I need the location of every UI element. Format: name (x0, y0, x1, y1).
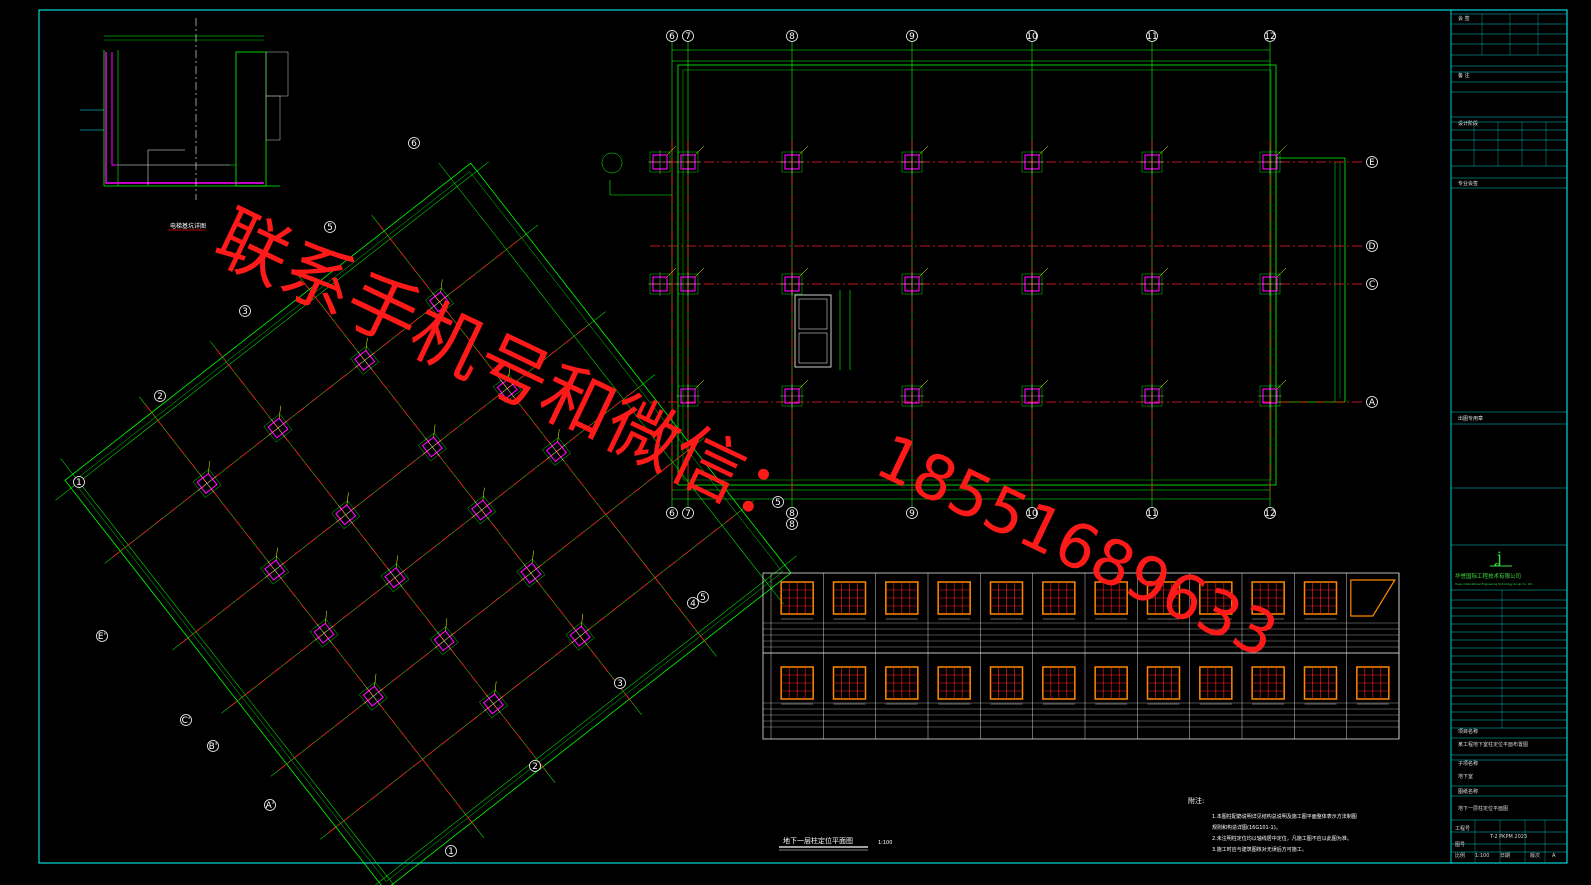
axis-label: 3 (617, 679, 623, 689)
axis-bubble: 1 (445, 845, 457, 857)
axis-label: C' (182, 716, 191, 726)
axis-bubble: B' (207, 740, 219, 752)
axis-label: 6 (411, 139, 417, 149)
axis-bubble-bottom: 11 (1146, 507, 1158, 519)
axis-bubble-top: 10 (1026, 30, 1038, 42)
axis-label: 5 (700, 593, 706, 603)
axis-bubble: 5 (324, 221, 336, 233)
tb-label-scale: 比例 (1455, 852, 1465, 859)
axis-label: E (1369, 158, 1375, 168)
axis-bubble-bottom: 12 (1264, 507, 1276, 519)
tb-label-job: 工程号 (1455, 825, 1470, 832)
axis-bubble: 5 (697, 591, 709, 603)
tb-section-stage: 设计阶段 (1458, 120, 1478, 127)
axis-label: 5 (327, 223, 333, 233)
axis-label: 4 (690, 599, 696, 609)
axis-bubble-right: D (1366, 240, 1378, 252)
drawing-title: 地下一层柱定位平面图 (783, 836, 853, 845)
axis-bubble: 4 (687, 597, 699, 609)
axis-label: 6 (669, 32, 675, 42)
axis-bubble-top: 7 (682, 30, 694, 42)
axis-bubble-right: A (1366, 396, 1378, 408)
axis-label: 8 (789, 32, 795, 42)
axis-bubble-top: 6 (666, 30, 678, 42)
tb-drawing-no: T-2 PKPM 2023 (1489, 834, 1527, 840)
axis-label: E' (98, 632, 106, 642)
axis-bubble-bottom: 7 (682, 507, 694, 519)
axis-label: A' (266, 801, 275, 811)
axis-label: 1 (448, 847, 454, 857)
tb-section-project: 项目名称 (1458, 728, 1478, 735)
note-line: 2.未注明柱定位均以轴线居中定位，凡施工图不应以此图为准。 (1212, 835, 1352, 842)
tb-label-date: 日期 (1500, 853, 1510, 859)
axis-bubble: A' (264, 799, 276, 811)
axis-label: A (1369, 398, 1376, 408)
tb-project-name: 某工程地下室柱定位平面布置图 (1458, 741, 1528, 748)
axis-label: 2 (157, 392, 163, 402)
cad-drawing-canvas: 电梯基坑详图 667788991010111112128EDCA 1235612… (0, 0, 1591, 885)
axis-label: 11 (1146, 32, 1157, 42)
tb-section-cosign: 会 签 (1458, 15, 1470, 22)
axis-label: 1 (76, 478, 82, 488)
elevator-pit-detail-label: 电梯基坑详图 (170, 222, 206, 230)
axis-bubble: 3 (239, 305, 251, 317)
drawing-scale: 1:100 (878, 840, 892, 846)
tb-label-edition: 版次 (1530, 852, 1540, 859)
svg-text:ʝ: ʝ (1494, 548, 1502, 567)
tb-section-remarks: 备 注 (1458, 72, 1470, 79)
note-line: 1.本图柱配筋说明详见结构总说明及施工图平面整体表示方法制图 (1212, 813, 1357, 820)
axis-label: 2 (532, 762, 538, 772)
axis-bubble-top: 11 (1146, 30, 1158, 42)
axis-label: 10 (1026, 32, 1038, 42)
axis-bubble: 1 (73, 476, 85, 488)
axis-label: 7 (685, 32, 691, 42)
axis-label: 3 (242, 307, 248, 317)
axis-label: 11 (1146, 509, 1157, 519)
axis-label: 7 (685, 509, 691, 519)
axis-bubble-bottom: 6 (666, 507, 678, 519)
axis-label: B' (209, 742, 218, 752)
tb-section-stamp: 出图专用章 (1458, 415, 1483, 422)
axis-bubble: E' (96, 630, 108, 642)
tb-subproject-name: 地下室 (1458, 773, 1473, 780)
axis-bubble-top: 12 (1264, 30, 1276, 42)
axis-bubble: 2 (154, 390, 166, 402)
axis-bubble: 3 (614, 677, 626, 689)
axis-label: D (1369, 242, 1376, 252)
company-name: 华誉国际工程技术有限公司 (1455, 572, 1521, 580)
axis-label: 6 (669, 509, 675, 519)
tb-edition: A (1552, 853, 1556, 859)
axis-label: 12 (1264, 509, 1275, 519)
axis-bubble-right: C (1366, 278, 1378, 290)
note-line: 规则和构造详图(16G101-1)。 (1212, 824, 1281, 831)
tb-drawing-name: 地下一层柱定位平面图 (1458, 805, 1508, 812)
tb-scale: 1:100 (1475, 853, 1489, 859)
axis-label: 12 (1264, 32, 1275, 42)
axis-label: 9 (909, 509, 915, 519)
axis-label: C (1369, 280, 1375, 290)
axis-bubble: 6 (408, 137, 420, 149)
axis-bubble-right: E (1366, 156, 1378, 168)
note-line: 3.施工时应与建筑图核对无误后方可施工。 (1212, 846, 1307, 853)
company-name-en: Huayu International Engineering Technolo… (1455, 582, 1533, 586)
axis-bubble: C' (180, 714, 192, 726)
notes-title: 附注: (1188, 796, 1204, 805)
axis-bubble-top: 8 (786, 30, 798, 42)
tb-section-drawing-name: 图纸名称 (1458, 788, 1478, 795)
tb-label-no: 图号 (1455, 842, 1465, 848)
axis-bubble-top: 9 (906, 30, 918, 42)
axis-bubble: 2 (529, 760, 541, 772)
tb-section-discipline: 专业会签 (1458, 180, 1478, 187)
tb-section-subproject: 子项名称 (1458, 760, 1478, 767)
axis-label: 9 (909, 32, 915, 42)
